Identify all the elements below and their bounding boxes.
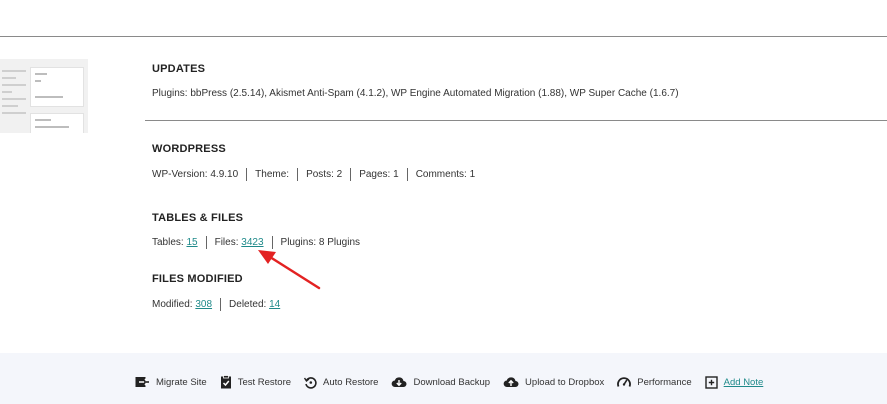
modified-link[interactable]: 308: [195, 299, 212, 310]
test-restore-label: Test Restore: [237, 376, 292, 388]
cloud-upload-icon: [503, 377, 519, 388]
deleted-count: Deleted: 14: [220, 298, 288, 311]
migrate-icon: [135, 377, 150, 387]
add-note-button[interactable]: Add Note: [704, 375, 764, 389]
deleted-label: Deleted:: [229, 299, 267, 310]
red-arrow-annotation: [258, 250, 321, 290]
performance-label: Performance: [637, 376, 692, 388]
migrate-site-button[interactable]: Migrate Site: [135, 376, 207, 388]
files-modified-title: FILES MODIFIED: [152, 273, 243, 285]
add-note-label: Add Note: [723, 376, 764, 388]
modified-label: Modified:: [152, 299, 193, 310]
gauge-icon: [617, 377, 632, 387]
auto-restore-label: Auto Restore: [323, 376, 379, 388]
cloud-download-icon: [392, 377, 407, 388]
restore-icon: [304, 376, 317, 389]
note-add-icon: [704, 375, 718, 389]
test-restore-button[interactable]: Test Restore: [220, 375, 291, 389]
footer-actions: Migrate Site Test Restore Auto Restore D…: [135, 375, 776, 389]
migrate-site-label: Migrate Site: [156, 376, 207, 388]
deleted-link[interactable]: 14: [269, 299, 280, 310]
download-backup-label: Download Backup: [413, 376, 491, 388]
files-modified-info: Modified: 308 Deleted: 14: [152, 298, 288, 311]
upload-dropbox-label: Upload to Dropbox: [525, 376, 605, 388]
performance-button[interactable]: Performance: [617, 376, 692, 388]
auto-restore-button[interactable]: Auto Restore: [304, 376, 378, 389]
modified-count: Modified: 308: [152, 298, 220, 311]
clipboard-check-icon: [220, 375, 231, 389]
upload-dropbox-button[interactable]: Upload to Dropbox: [503, 376, 604, 388]
download-backup-button[interactable]: Download Backup: [391, 376, 490, 388]
